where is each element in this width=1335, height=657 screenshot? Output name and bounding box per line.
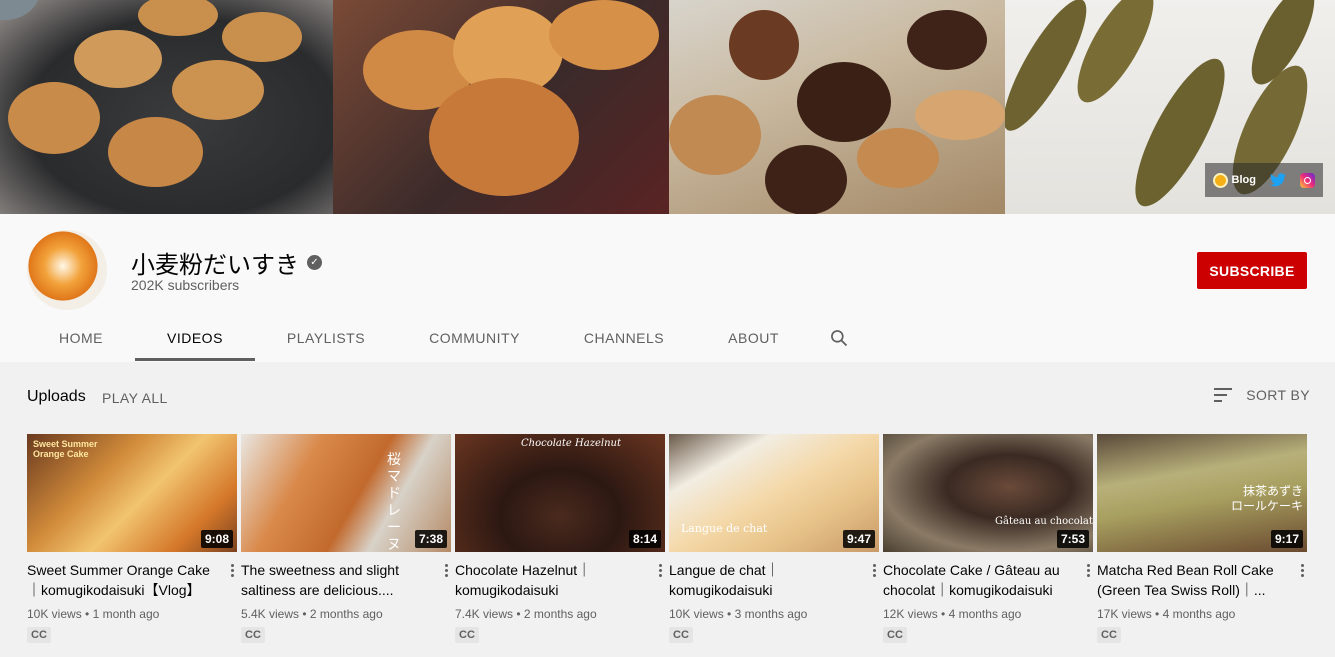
- tab-home[interactable]: HOME: [27, 314, 135, 362]
- video-views: 7.4K views: [455, 607, 514, 621]
- channel-tabs: HOME VIDEOS PLAYLISTS COMMUNITY CHANNELS…: [27, 314, 859, 362]
- video-meta: 17K views • 4 months ago: [1097, 607, 1236, 621]
- thumbnail-caption: Gâteau au chocolat: [995, 516, 1093, 527]
- channel-banner: Blog: [0, 0, 1335, 214]
- sort-by-label: SORT BY: [1246, 387, 1310, 403]
- banner-image-muffins: [0, 0, 333, 214]
- blog-link[interactable]: Blog: [1212, 172, 1256, 188]
- video-meta: 5.4K views • 2 months ago: [241, 607, 383, 621]
- video-meta: 10K views • 1 month ago: [27, 607, 160, 621]
- search-icon: [830, 330, 848, 347]
- video-title[interactable]: Chocolate Hazelnut｜komugikodaisuki: [455, 560, 647, 600]
- video-thumbnail[interactable]: 桜 マドレーヌ 7:38: [241, 434, 451, 552]
- sort-icon: [1214, 388, 1233, 402]
- video-title[interactable]: The sweetness and slight saltiness are d…: [241, 560, 433, 600]
- blog-icon: [1212, 172, 1228, 188]
- tab-playlists[interactable]: PLAYLISTS: [255, 314, 397, 362]
- video-title[interactable]: Matcha Red Bean Roll Cake (Green Tea Swi…: [1097, 560, 1289, 600]
- subscriber-count: 202K subscribers: [131, 277, 240, 293]
- video-duration: 8:14: [628, 530, 661, 548]
- video-age: 1 month ago: [92, 607, 160, 621]
- video-age: 3 months ago: [734, 607, 808, 621]
- video-thumbnail[interactable]: Sweet Summer Orange Cake 9:08: [27, 434, 237, 552]
- thumbnail-caption: 抹茶あずき ロールケーキ: [1231, 484, 1304, 513]
- thumbnail-caption: Langue de chat: [681, 522, 768, 535]
- more-actions-icon[interactable]: [867, 560, 881, 580]
- video-age: 4 months ago: [1162, 607, 1236, 621]
- video-card[interactable]: Gâteau au chocolat 7:53 Chocolate Cake /…: [883, 434, 1093, 643]
- cc-badge: CC: [883, 627, 907, 643]
- tab-community[interactable]: COMMUNITY: [397, 314, 552, 362]
- twitter-icon[interactable]: [1270, 173, 1286, 187]
- thumbnail-caption: Chocolate Hazelnut: [521, 438, 621, 449]
- subscribe-button[interactable]: SUBSCRIBE: [1197, 252, 1307, 289]
- banner-image-bread: [333, 0, 669, 214]
- sort-by-button[interactable]: SORT BY: [1214, 387, 1310, 403]
- more-actions-icon[interactable]: [225, 560, 239, 580]
- more-actions-icon[interactable]: [1295, 560, 1309, 580]
- video-duration: 9:08: [200, 530, 233, 548]
- video-views: 10K views: [27, 607, 82, 621]
- video-views: 12K views: [883, 607, 938, 621]
- cc-badge: CC: [669, 627, 693, 643]
- tab-about[interactable]: ABOUT: [696, 314, 811, 362]
- video-age: 2 months ago: [523, 607, 597, 621]
- tab-channels[interactable]: CHANNELS: [552, 314, 696, 362]
- cc-badge: CC: [455, 627, 479, 643]
- cc-badge: CC: [1097, 627, 1121, 643]
- thumbnail-caption: Sweet Summer Orange Cake: [33, 439, 98, 459]
- channel-name: 小麦粉だいすき: [131, 251, 299, 279]
- instagram-icon[interactable]: [1300, 172, 1315, 188]
- video-card[interactable]: 桜 マドレーヌ 7:38 The sweetness and slight sa…: [241, 434, 451, 643]
- video-views: 10K views: [669, 607, 724, 621]
- video-age: 4 months ago: [948, 607, 1022, 621]
- video-thumbnail[interactable]: Langue de chat 9:47: [669, 434, 879, 552]
- video-duration: 9:47: [842, 530, 875, 548]
- video-title[interactable]: Chocolate Cake / Gâteau au chocolat｜komu…: [883, 560, 1075, 600]
- uploads-section: Uploads PLAY ALL SORT BY Sweet Summer Or…: [0, 362, 1335, 657]
- more-actions-icon[interactable]: [653, 560, 667, 580]
- banner-image-cookies: [669, 0, 1005, 214]
- video-duration: 9:17: [1270, 530, 1303, 548]
- tab-videos[interactable]: VIDEOS: [135, 314, 255, 362]
- video-views: 17K views: [1097, 607, 1152, 621]
- channel-avatar[interactable]: [27, 230, 107, 310]
- video-meta: 12K views • 4 months ago: [883, 607, 1022, 621]
- video-card[interactable]: 抹茶あずき ロールケーキ 9:17 Matcha Red Bean Roll C…: [1097, 434, 1307, 643]
- video-duration: 7:53: [1056, 530, 1089, 548]
- video-duration: 7:38: [414, 530, 447, 548]
- video-meta: 10K views • 3 months ago: [669, 607, 808, 621]
- blog-link-label: Blog: [1231, 174, 1256, 186]
- video-title[interactable]: Sweet Summer Orange Cake｜komugikodaisuki…: [27, 560, 219, 600]
- video-meta: 7.4K views • 2 months ago: [455, 607, 597, 621]
- cc-badge: CC: [241, 627, 265, 643]
- video-grid: Sweet Summer Orange Cake 9:08 Sweet Summ…: [27, 434, 1307, 643]
- thumbnail-caption: 桜 マドレーヌ: [387, 452, 401, 552]
- video-title[interactable]: Langue de chat｜komugikodaisuki: [669, 560, 861, 600]
- more-actions-icon[interactable]: [1081, 560, 1095, 580]
- video-thumbnail[interactable]: 抹茶あずき ロールケーキ 9:17: [1097, 434, 1307, 552]
- video-card[interactable]: Langue de chat 9:47 Langue de chat｜komug…: [669, 434, 879, 643]
- verified-check-icon: ✓: [307, 255, 322, 270]
- video-thumbnail[interactable]: Gâteau au chocolat 7:53: [883, 434, 1093, 552]
- play-all-button[interactable]: PLAY ALL: [102, 390, 168, 406]
- channel-header: 小麦粉だいすき ✓ 202K subscribers SUBSCRIBE HOM…: [0, 214, 1335, 362]
- video-card[interactable]: Chocolate Hazelnut 8:14 Chocolate Hazeln…: [455, 434, 665, 643]
- channel-title: 小麦粉だいすき ✓: [131, 245, 322, 280]
- video-card[interactable]: Sweet Summer Orange Cake 9:08 Sweet Summ…: [27, 434, 237, 643]
- cc-badge: CC: [27, 627, 51, 643]
- channel-search-button[interactable]: [819, 314, 859, 362]
- video-views: 5.4K views: [241, 607, 300, 621]
- video-thumbnail[interactable]: Chocolate Hazelnut 8:14: [455, 434, 665, 552]
- uploads-title: Uploads: [27, 388, 86, 405]
- video-age: 2 months ago: [309, 607, 383, 621]
- banner-links: Blog: [1204, 163, 1323, 197]
- more-actions-icon[interactable]: [439, 560, 453, 580]
